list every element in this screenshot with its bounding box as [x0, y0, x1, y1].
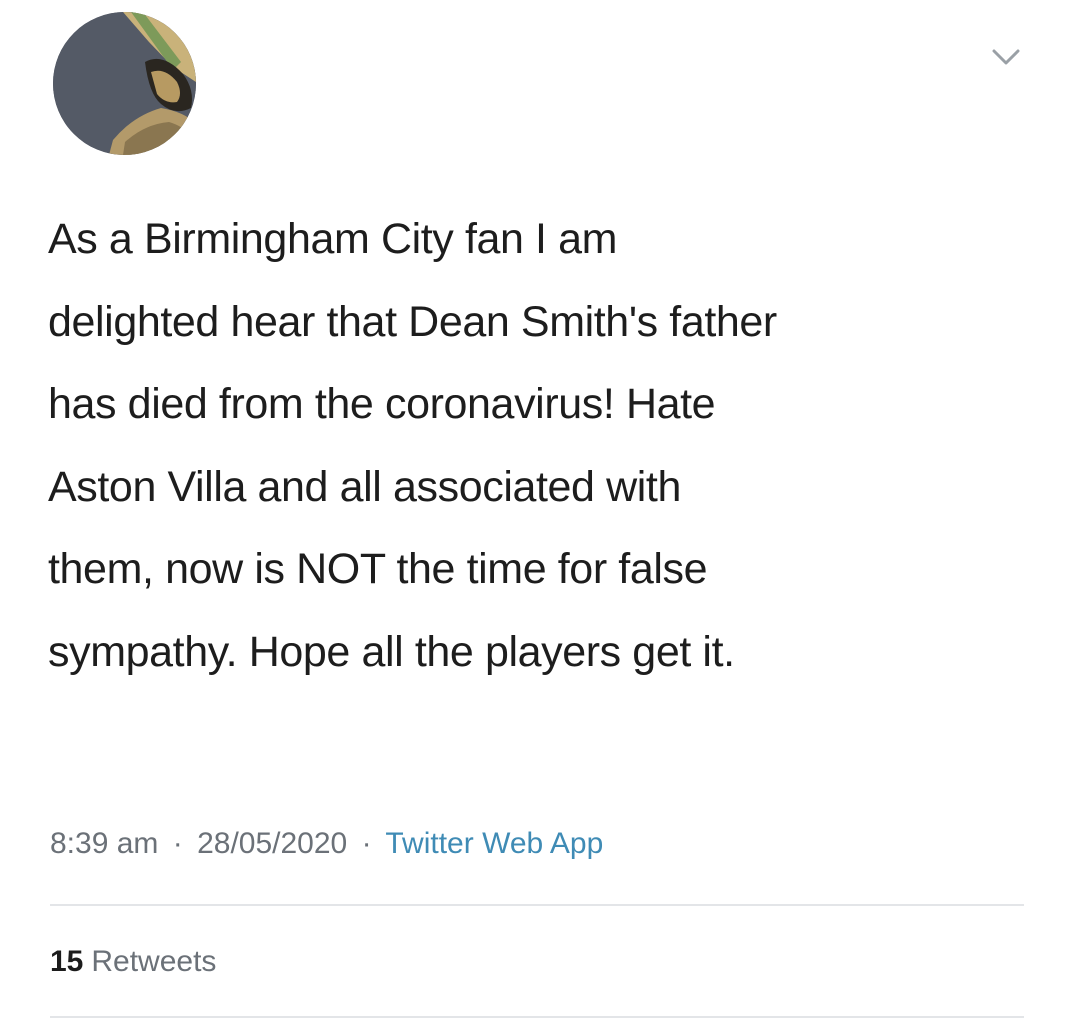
tweet-card: As a Birmingham City fan I am delighted … — [0, 0, 1080, 1032]
tweet-text-line: Aston Villa and all associated with — [48, 462, 681, 511]
tweet-text: As a Birmingham City fan I am delighted … — [48, 198, 1048, 693]
divider — [50, 1016, 1024, 1018]
tweet-metadata: 8:39 am · 28/05/2020 · Twitter Web App — [50, 822, 603, 866]
tweet-source-link[interactable]: Twitter Web App — [385, 827, 603, 860]
tweet-time[interactable]: 8:39 am — [50, 827, 158, 860]
retweets-stat[interactable]: 15 Retweets — [50, 940, 216, 984]
tweet-text-line: As a Birmingham City fan I am — [48, 215, 618, 263]
tweet-text-line: has died from the coronavirus! Hate — [48, 380, 716, 428]
chevron-down-icon[interactable] — [988, 44, 1024, 70]
divider — [50, 904, 1024, 906]
profile-avatar-icon[interactable] — [53, 12, 196, 155]
meta-separator: · — [172, 827, 183, 860]
tweet-text-line: them, now is NOT the time for false — [48, 545, 708, 593]
tweet-text-line: delighted hear that Dean Smith's father — [48, 297, 777, 346]
meta-separator: · — [361, 827, 372, 860]
tweet-date[interactable]: 28/05/2020 — [197, 827, 347, 860]
retweet-label: Retweets — [91, 945, 217, 978]
tweet-text-line: sympathy. Hope all the players get it. — [48, 627, 735, 676]
retweet-count: 15 — [50, 945, 84, 978]
